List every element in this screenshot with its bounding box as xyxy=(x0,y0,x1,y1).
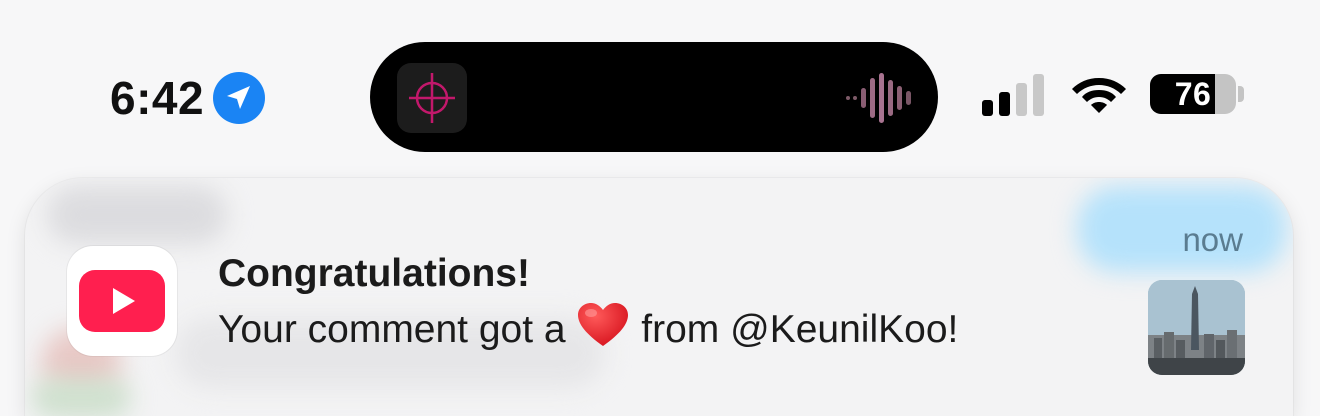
cellular-signal-icon xyxy=(982,74,1044,116)
dynamic-island[interactable] xyxy=(370,42,938,152)
city-skyline-thumbnail xyxy=(1148,280,1245,375)
notification-banner[interactable]: Congratulations! Your comment got a from… xyxy=(25,178,1293,416)
status-bar: 6:42 76 xyxy=(0,0,1320,170)
notification-body: Your comment got a from @KeunilKoo! xyxy=(218,302,958,354)
time-group: 6:42 xyxy=(110,70,266,126)
crosshair-app-icon[interactable] xyxy=(397,63,467,133)
location-arrow-icon xyxy=(213,72,266,124)
status-time: 6:42 xyxy=(110,72,205,124)
youtube-icon xyxy=(67,246,177,356)
background-blur xyxy=(31,378,131,416)
wifi-icon xyxy=(1072,78,1126,113)
notification-title: Congratulations! xyxy=(218,252,530,295)
audio-waveform-icon xyxy=(846,73,911,123)
notification-time: now xyxy=(1182,221,1243,258)
status-indicators: 76 xyxy=(980,70,1246,118)
notification-body-suffix: from @KeunilKoo! xyxy=(641,308,959,351)
heart-emoji-icon xyxy=(578,303,629,346)
battery-cap xyxy=(1238,86,1244,102)
battery-indicator: 76 xyxy=(1150,70,1246,118)
notification-body-prefix: Your comment got a xyxy=(218,308,566,351)
background-blur xyxy=(47,186,227,244)
battery-percentage: 76 xyxy=(1174,76,1212,112)
